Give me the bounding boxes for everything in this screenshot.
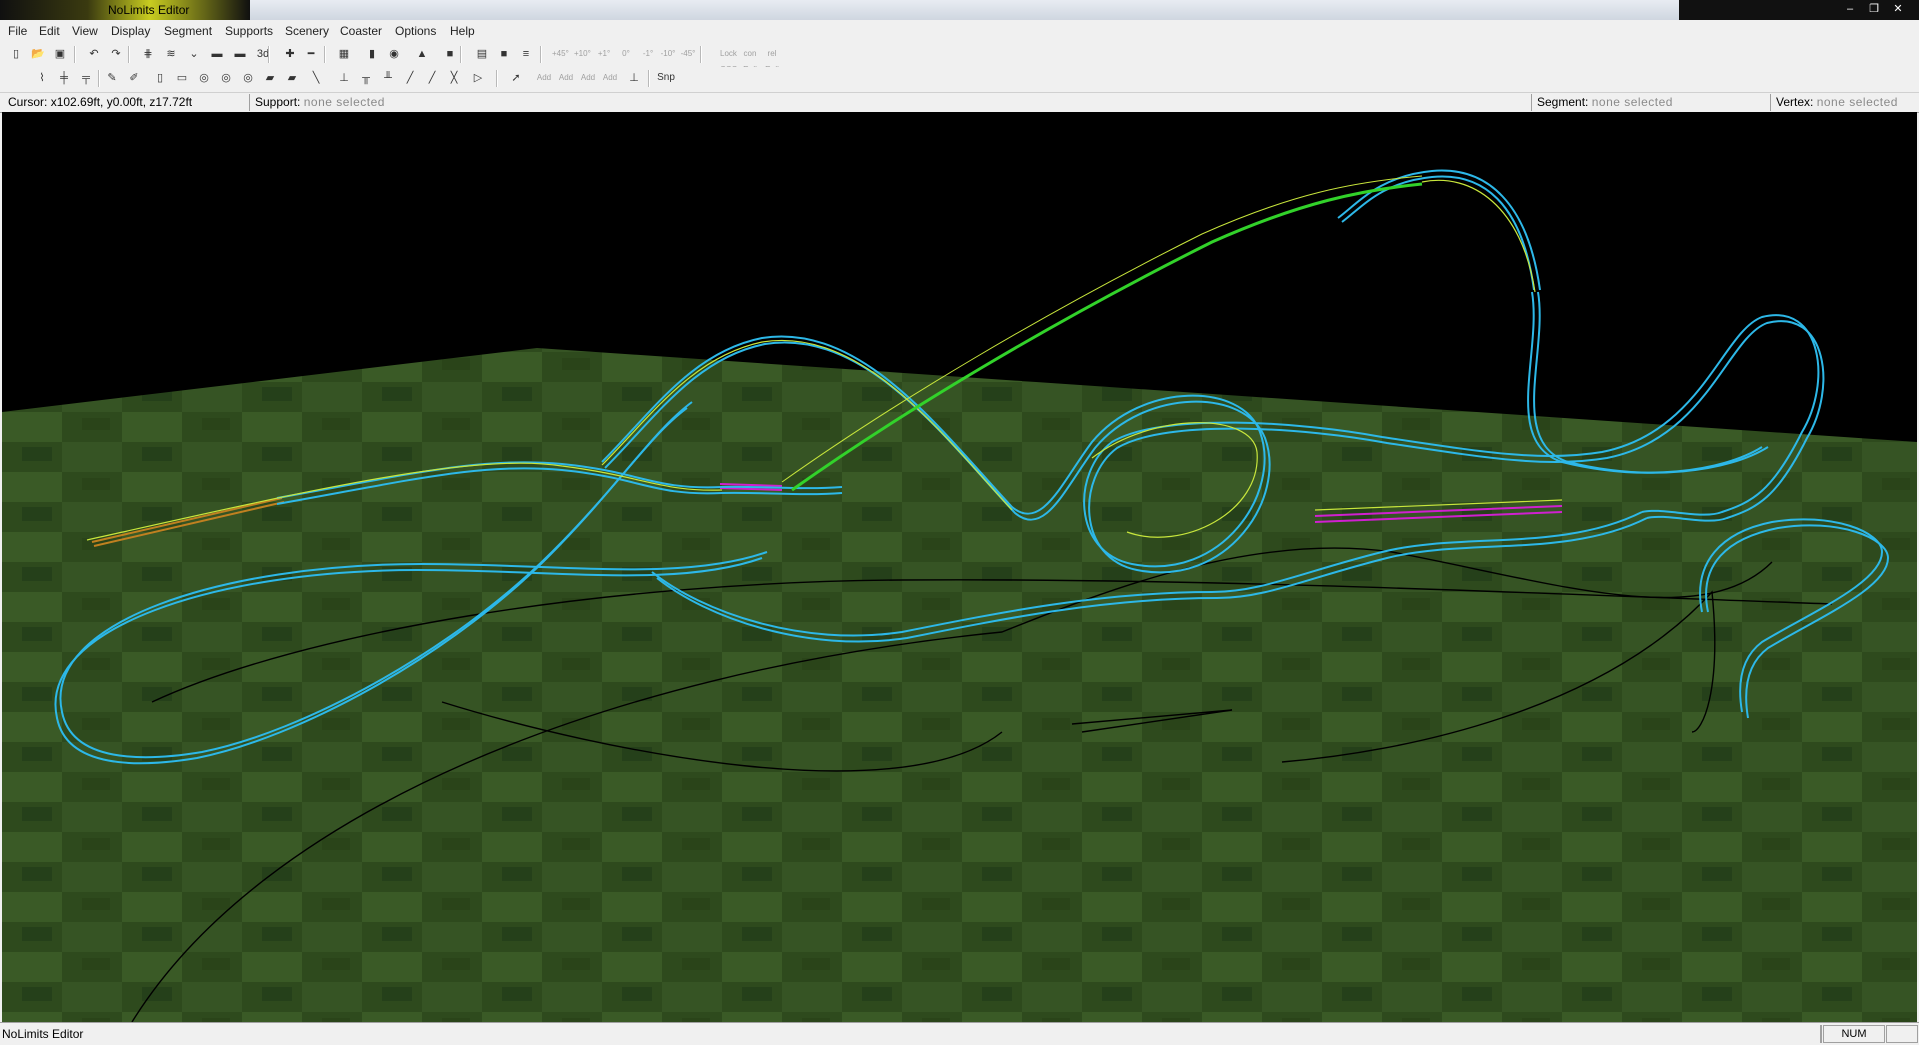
add-vertex-icon[interactable]: ✚ bbox=[282, 46, 298, 62]
snap-icon[interactable]: Snp bbox=[655, 70, 677, 86]
train-icon[interactable]: ▬ bbox=[209, 46, 225, 62]
station-icon[interactable]: ◉ bbox=[386, 46, 402, 62]
cursor-readout: Cursor: x102.69ft, y0.00ft, z17.72ft bbox=[8, 95, 193, 109]
info-bar: Cursor: x102.69ft, y0.00ft, z17.72ft Sup… bbox=[0, 92, 1919, 113]
record-icon[interactable]: ■ bbox=[442, 46, 458, 62]
num-lock-indicator: NUM bbox=[1823, 1025, 1885, 1043]
add-d-icon[interactable]: Add bbox=[602, 70, 618, 86]
coaster-scene bbox=[2, 169, 1917, 1022]
terrain-icon[interactable]: ▦ bbox=[336, 46, 352, 62]
maximize-icon[interactable]: ❐ bbox=[1863, 1, 1885, 17]
support-a-icon[interactable]: ⊥ bbox=[336, 70, 352, 86]
menu-scenery[interactable]: Scenery bbox=[285, 24, 329, 38]
disc2-icon[interactable]: ◎ bbox=[218, 70, 234, 86]
window-title: NoLimits Editor bbox=[108, 3, 190, 17]
segment-tool-icon[interactable]: ⌇ bbox=[34, 70, 50, 86]
support-c-icon[interactable]: ╨ bbox=[380, 70, 396, 86]
track-wave-icon[interactable]: ≋ bbox=[163, 46, 179, 62]
rotation-preset-4[interactable]: -1° bbox=[640, 46, 656, 62]
rotation-preset-2[interactable]: +1° bbox=[596, 46, 612, 62]
disc3-icon[interactable]: ◎ bbox=[240, 70, 256, 86]
cylinder-icon[interactable]: ▭ bbox=[174, 70, 190, 86]
signal-icon[interactable]: ▮ bbox=[364, 46, 380, 62]
track-dip-icon[interactable]: ⌄ bbox=[186, 46, 202, 62]
title-bar: NoLimits Editor – ❐ ✕ bbox=[0, 0, 1919, 20]
support-f-icon[interactable]: ╳ bbox=[446, 70, 462, 86]
remove-vertex-icon[interactable]: ━ bbox=[303, 46, 319, 62]
open-file-icon[interactable]: 📂 bbox=[30, 46, 46, 62]
add-e-icon[interactable]: ⊥ bbox=[626, 70, 642, 86]
train-red-icon[interactable]: ▬ bbox=[232, 46, 248, 62]
status-bar: NoLimits Editor NUM bbox=[0, 1022, 1919, 1045]
rotation-preset-1[interactable]: +10° bbox=[574, 46, 591, 62]
undo-icon[interactable]: ↶ bbox=[86, 46, 102, 62]
pillar-icon[interactable]: ▯ bbox=[152, 70, 168, 86]
menu-file[interactable]: File bbox=[8, 24, 27, 38]
rotation-preset-9[interactable]: rel Roll bbox=[764, 46, 780, 74]
rotation-preset-7[interactable]: Lock CCC bbox=[720, 46, 737, 74]
new-file-icon[interactable]: ▯ bbox=[8, 46, 24, 62]
add-a-icon[interactable]: Add bbox=[536, 70, 552, 86]
tower-icon[interactable]: ▲ bbox=[414, 46, 430, 62]
add-b-icon[interactable]: Add bbox=[558, 70, 574, 86]
menu-display[interactable]: Display bbox=[111, 24, 150, 38]
disc-icon[interactable]: ◎ bbox=[196, 70, 212, 86]
grid-icon[interactable]: ⋕ bbox=[140, 46, 156, 62]
status-cell-1 bbox=[1820, 1025, 1822, 1043]
menu-edit[interactable]: Edit bbox=[39, 24, 60, 38]
menu-view[interactable]: View bbox=[72, 24, 98, 38]
menu-segment[interactable]: Segment bbox=[164, 24, 212, 38]
3d-viewport[interactable] bbox=[2, 112, 1917, 1022]
brush-icon[interactable]: ✐ bbox=[126, 70, 142, 86]
redo-icon[interactable]: ↷ bbox=[108, 46, 124, 62]
segment-readout: Segment: none selected bbox=[1537, 95, 1673, 109]
support-readout: Support: none selected bbox=[255, 95, 385, 109]
menu-options[interactable]: Options bbox=[395, 24, 436, 38]
support-g-icon[interactable]: ▷ bbox=[470, 70, 486, 86]
vertex-readout: Vertex: none selected bbox=[1776, 95, 1898, 109]
minimize-icon[interactable]: – bbox=[1839, 1, 1861, 17]
pencil-icon[interactable]: ✎ bbox=[104, 70, 120, 86]
beam-icon[interactable]: ╲ bbox=[308, 70, 324, 86]
window-controls: – ❐ ✕ bbox=[1679, 0, 1919, 20]
rotation-preset-3[interactable]: 0° bbox=[618, 46, 634, 62]
menu-supports[interactable]: Supports bbox=[225, 24, 273, 38]
main-toolbar: ▯ 📂 ▣ ↶ ↷ ⋕ ≋ ⌄ ▬ ▬ 3d ✚ ━ ▦ ▮ ◉ ▲ ■ ▤ ■ ≡ +45° +10° +1° 0° -1° -1… bbox=[0, 43, 1919, 74]
support-toolbar: ⌇ ╪ ╤ ✎ ✐ ▯ ▭ ◎ ◎ ◎ ▰ ▰ ╲ ⊥ ╥ ╨ ╱ ╱ ╳ ▷ ➚ Add Add Add Add ⊥ Snp bbox=[0, 67, 1919, 90]
menu-bar: File Edit View Display Segment Supports … bbox=[0, 21, 1919, 41]
support-b-icon[interactable]: ╥ bbox=[358, 70, 374, 86]
menu-coaster[interactable]: Coaster bbox=[340, 24, 382, 38]
support-e-icon[interactable]: ╱ bbox=[424, 70, 440, 86]
align-icon[interactable]: ≡ bbox=[518, 46, 534, 62]
status-cell-2 bbox=[1886, 1025, 1918, 1043]
catwalk-tool-icon[interactable]: ╤ bbox=[78, 70, 94, 86]
support-d-icon[interactable]: ╱ bbox=[402, 70, 418, 86]
layout-icon[interactable]: ▤ bbox=[474, 46, 490, 62]
rotation-preset-8[interactable]: con Roll bbox=[742, 46, 758, 74]
rotation-preset-0[interactable]: +45° bbox=[552, 46, 569, 62]
close-icon[interactable]: ✕ bbox=[1887, 1, 1909, 17]
add-c-icon[interactable]: Add bbox=[580, 70, 596, 86]
box-icon[interactable]: ▰ bbox=[284, 70, 300, 86]
save-icon[interactable]: ▣ bbox=[52, 46, 68, 62]
grey-block-icon[interactable]: ■ bbox=[496, 46, 512, 62]
select-arrow-icon[interactable]: ➚ bbox=[508, 70, 524, 86]
rotation-preset-6[interactable]: -45° bbox=[680, 46, 696, 62]
rail-tool-icon[interactable]: ╪ bbox=[56, 70, 72, 86]
menu-help[interactable]: Help bbox=[450, 24, 475, 38]
status-app-name: NoLimits Editor bbox=[2, 1027, 84, 1041]
rotation-preset-5[interactable]: -10° bbox=[660, 46, 676, 62]
plank-icon[interactable]: ▰ bbox=[262, 70, 278, 86]
